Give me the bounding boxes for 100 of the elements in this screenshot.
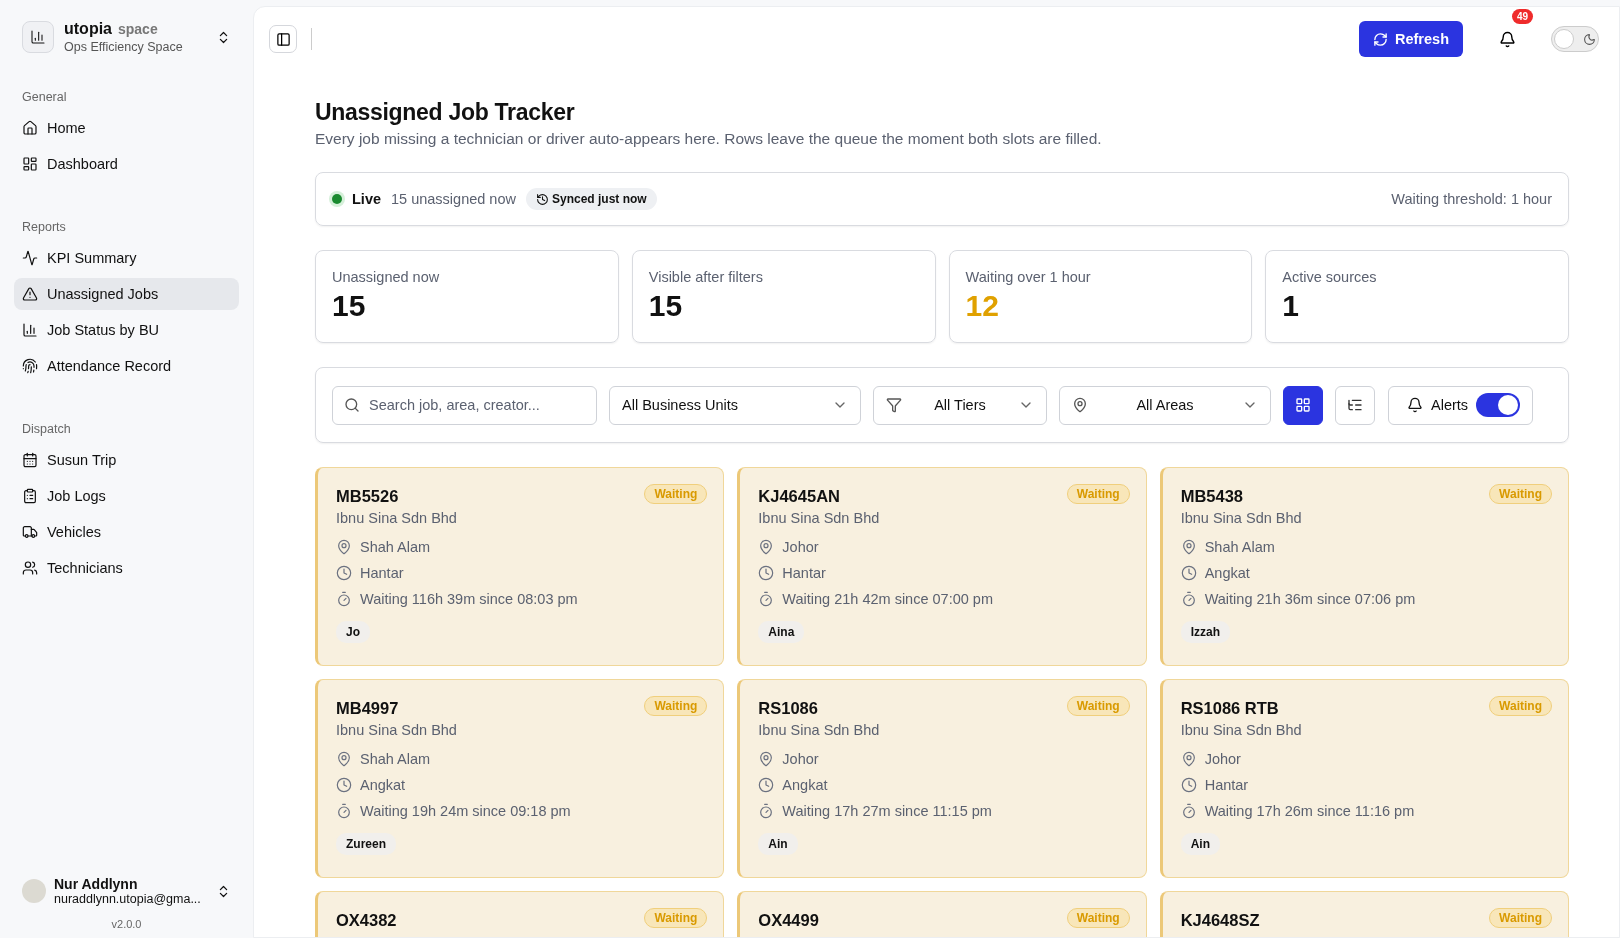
job-card[interactable]: KJ4648SZ Waiting bbox=[1159, 891, 1569, 937]
status-badge: Waiting bbox=[1066, 696, 1130, 716]
location-icon bbox=[1180, 539, 1197, 555]
clock-icon bbox=[336, 777, 352, 793]
home-icon bbox=[22, 120, 38, 136]
funnel-icon bbox=[886, 397, 902, 413]
creator-tag: Izzah bbox=[1180, 621, 1230, 643]
area-select[interactable]: All Areas bbox=[1059, 385, 1271, 425]
nav-item[interactable]: KPI Summary bbox=[14, 242, 239, 274]
sync-status: Synced just now bbox=[526, 188, 657, 210]
job-area: Shah Alam bbox=[1204, 539, 1275, 555]
job-card[interactable]: RS1086 RTB Waiting Ibnu Sina Sdn Bhd Johor Hantar Waiting 17h 26m since 11:16 pm Ain bbox=[1159, 679, 1569, 878]
job-type: Angkat bbox=[782, 777, 828, 793]
stat-value: 1 bbox=[1282, 289, 1300, 323]
avatar bbox=[22, 879, 46, 903]
unassigned-count: 15 unassigned now bbox=[391, 191, 516, 207]
company-name: Ibnu Sina Sdn Bhd bbox=[336, 510, 458, 526]
job-card[interactable]: RS1086 Waiting Ibnu Sina Sdn Bhd Johor Angkat Waiting 17h 27m since 11:15 pm Ain bbox=[737, 679, 1147, 878]
location-icon bbox=[758, 539, 775, 555]
tier-select[interactable]: All Tiers bbox=[873, 385, 1047, 425]
job-card[interactable]: MB5438 Waiting Ibnu Sina Sdn Bhd Shah Alam Angkat Waiting 21h 36m since 07:06 pm Izzah bbox=[1159, 467, 1569, 666]
timer-icon bbox=[758, 591, 775, 607]
location-icon bbox=[1072, 397, 1088, 413]
section-heading: Dispatch bbox=[21, 422, 72, 436]
theme-toggle[interactable] bbox=[1551, 26, 1599, 52]
job-id: MB4997 bbox=[336, 699, 399, 718]
business-unit-select[interactable]: All Business Units bbox=[609, 385, 861, 425]
location-icon bbox=[336, 539, 352, 555]
grid-view-button[interactable] bbox=[1283, 385, 1323, 425]
status-badge: Waiting bbox=[644, 908, 708, 928]
creator-tag: Ain bbox=[1180, 833, 1220, 855]
status-badge: Waiting bbox=[1489, 908, 1552, 928]
location-icon bbox=[1180, 751, 1197, 767]
truck-icon bbox=[22, 524, 38, 540]
status-badge: Waiting bbox=[644, 696, 708, 716]
clock-icon bbox=[1180, 565, 1197, 581]
job-type: Hantar bbox=[360, 565, 404, 581]
waiting-time: Waiting 17h 27m since 11:15 pm bbox=[782, 803, 992, 819]
nav-item[interactable]: Vehicles bbox=[14, 516, 239, 548]
nav-item[interactable]: Home bbox=[14, 112, 239, 144]
nav-item[interactable]: Dashboard bbox=[14, 148, 239, 180]
alerts-label: Alerts bbox=[1431, 397, 1469, 413]
job-id: OX4382 bbox=[336, 911, 397, 930]
list-icon bbox=[1347, 397, 1363, 413]
stat-value: 12 bbox=[965, 289, 1000, 323]
job-card[interactable]: MB4997 Waiting Ibnu Sina Sdn Bhd Shah Alam Angkat Waiting 19h 24m since 09:18 pm Zureen bbox=[315, 679, 725, 878]
nav-item[interactable]: Susun Trip bbox=[14, 444, 239, 476]
sidebar-toggle-button[interactable] bbox=[269, 25, 297, 53]
company-name: Ibnu Sina Sdn Bhd bbox=[1180, 722, 1303, 738]
creator-tag: Aina bbox=[758, 621, 805, 643]
bar-chart-icon bbox=[22, 322, 38, 338]
job-card[interactable]: OX4499 Waiting bbox=[737, 891, 1147, 937]
job-type: Angkat bbox=[360, 777, 406, 793]
job-id: KJ4648SZ bbox=[1180, 911, 1260, 930]
search-field[interactable]: Search job, area, creator... bbox=[332, 385, 597, 425]
alerts-switch[interactable] bbox=[1476, 393, 1521, 417]
company-name: Ibnu Sina Sdn Bhd bbox=[1180, 510, 1303, 526]
list-view-button[interactable] bbox=[1335, 385, 1375, 425]
nav-item[interactable]: Unassigned Jobs bbox=[14, 278, 239, 310]
grid-icon bbox=[1295, 397, 1311, 413]
nav-item[interactable]: Technicians bbox=[14, 552, 239, 584]
waiting-time: Waiting 116h 39m since 08:03 pm bbox=[360, 591, 578, 607]
status-badge: Waiting bbox=[1066, 908, 1130, 928]
bell-icon bbox=[1407, 397, 1423, 413]
bell-icon bbox=[1498, 30, 1516, 48]
nav-item[interactable]: Attendance Record bbox=[14, 350, 239, 382]
job-card[interactable]: OX4382 Waiting bbox=[315, 891, 725, 937]
creator-tag: Jo bbox=[336, 621, 370, 643]
warning-icon bbox=[22, 286, 38, 302]
moon-icon bbox=[1583, 32, 1596, 46]
nav-item[interactable]: Job Logs bbox=[14, 480, 239, 512]
job-type: Hantar bbox=[1204, 777, 1249, 793]
job-card[interactable]: KJ4645AN Waiting Ibnu Sina Sdn Bhd Johor Hantar Waiting 21h 42m since 07:00 pm Aina bbox=[737, 467, 1147, 666]
job-id: RS1086 RTB bbox=[1180, 699, 1279, 718]
clock-icon bbox=[758, 777, 775, 793]
nav-item[interactable]: Job Status by BU bbox=[14, 314, 239, 346]
clock-icon bbox=[1180, 777, 1197, 793]
status-badge: Waiting bbox=[1066, 484, 1130, 504]
fingerprint-icon bbox=[22, 358, 38, 374]
live-label: Live bbox=[352, 191, 381, 207]
refresh-button[interactable]: Refresh bbox=[1359, 21, 1463, 57]
panel-icon bbox=[275, 31, 291, 47]
job-card[interactable]: MB5526 Waiting Ibnu Sina Sdn Bhd Shah Alam Hantar Waiting 116h 39m since 08:03 pm Jo bbox=[315, 467, 725, 666]
waiting-time: Waiting 21h 36m since 07:06 pm bbox=[1204, 591, 1416, 607]
timer-icon bbox=[336, 803, 352, 819]
status-badge: Waiting bbox=[644, 484, 708, 504]
version-label: v2.0.0 bbox=[111, 918, 142, 930]
clipboard-icon bbox=[22, 488, 38, 504]
section-heading: General bbox=[21, 90, 68, 104]
waiting-time: Waiting 21h 42m since 07:00 pm bbox=[782, 591, 993, 607]
job-area: Shah Alam bbox=[360, 751, 431, 767]
job-id: MB5438 bbox=[1180, 487, 1244, 506]
user-name: Nur Addlynn bbox=[54, 876, 139, 892]
company-name: Ibnu Sina Sdn Bhd bbox=[758, 722, 881, 738]
company-name: Ibnu Sina Sdn Bhd bbox=[758, 510, 881, 526]
job-id: OX4499 bbox=[758, 911, 819, 930]
timer-icon bbox=[1180, 803, 1197, 819]
clock-icon bbox=[336, 565, 352, 581]
pulse-icon bbox=[22, 250, 38, 266]
job-area: Shah Alam bbox=[360, 539, 431, 555]
